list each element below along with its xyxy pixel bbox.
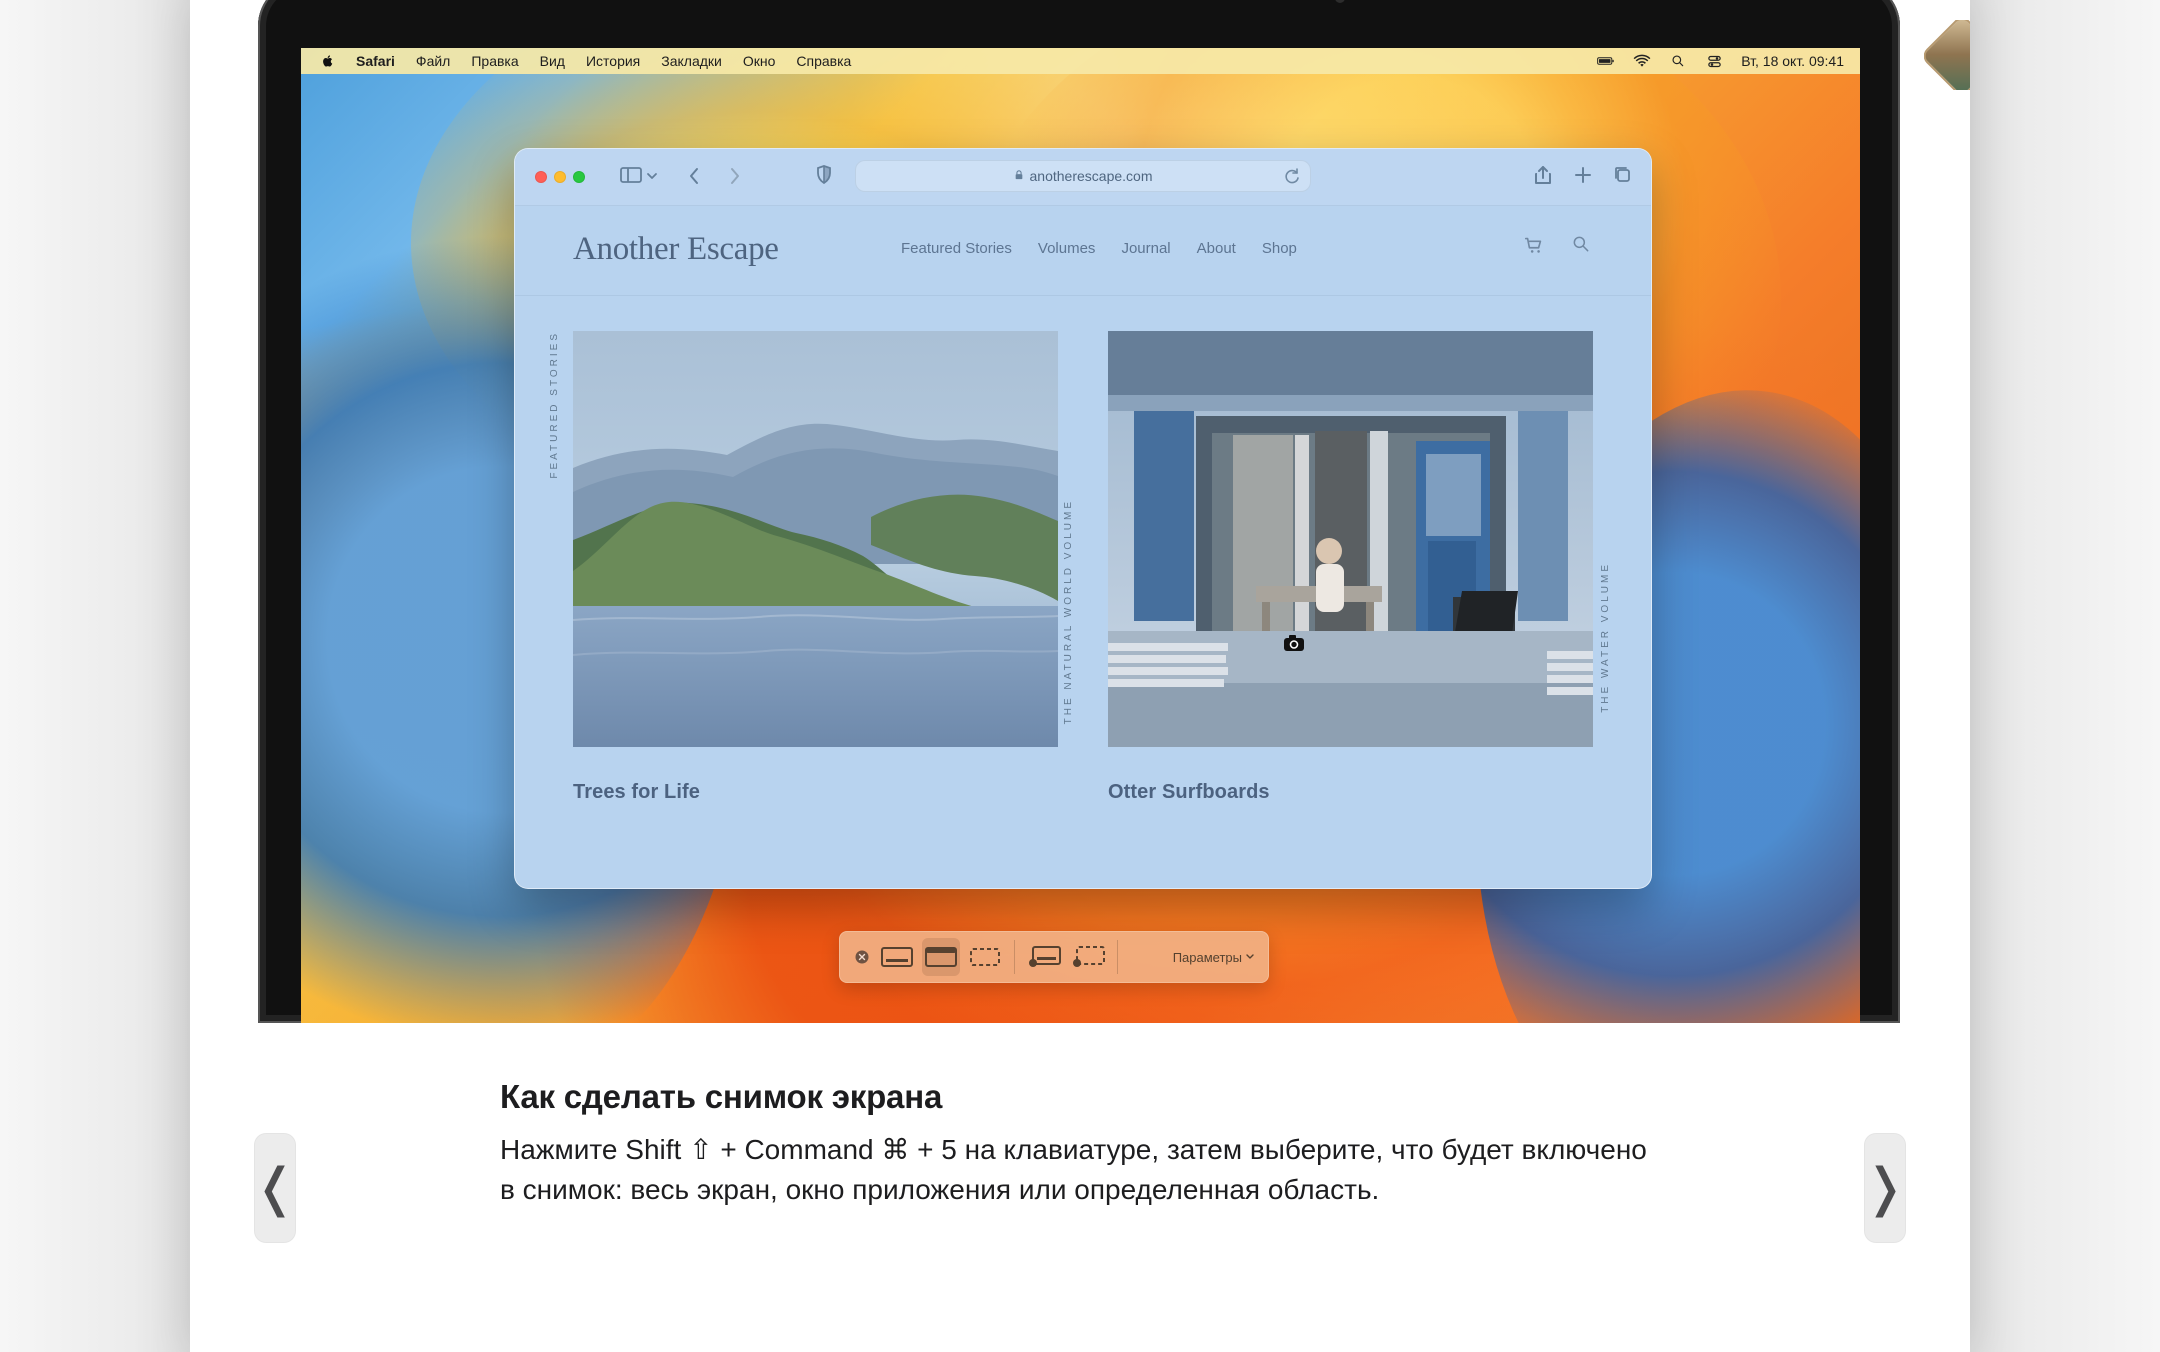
menu-status: Вт, 18 окт. 09:41 (1597, 53, 1844, 69)
chevron-down-icon (1245, 950, 1255, 965)
menu-file[interactable]: Файл (416, 53, 450, 69)
menu-edit[interactable]: Правка (471, 53, 518, 69)
otter-surfboards-image[interactable] (1108, 331, 1593, 747)
site-logo[interactable]: Another Escape (573, 231, 779, 268)
back-icon[interactable] (686, 164, 704, 188)
menu-datetime[interactable]: Вт, 18 окт. 09:41 (1741, 53, 1844, 69)
featured-stories-section: FEATURED STORIES THE NATURAL WORLD VOLUM… (515, 295, 1651, 888)
capture-entire-screen-button[interactable] (878, 938, 916, 976)
url-display: anotherescape.com (1014, 168, 1153, 184)
close-screenshot-button[interactable] (852, 938, 872, 976)
apple-icon[interactable] (321, 53, 335, 69)
record-entire-screen-button[interactable] (1025, 938, 1063, 976)
options-label: Параметры (1172, 949, 1242, 965)
options-menu[interactable]: Параметры (1173, 950, 1255, 965)
menu-history[interactable]: История (586, 53, 640, 69)
site-actions (1523, 234, 1591, 261)
corner-decoration (1924, 20, 1970, 90)
caption-area: Как сделать снимок экрана Нажмите Shift … (500, 1078, 1650, 1210)
menu-left: Safari Файл Правка Вид История Закладки … (321, 53, 1597, 69)
camera-icon (1335, 0, 1345, 3)
close-window-icon[interactable] (535, 171, 547, 183)
window-capture-icon (925, 947, 957, 967)
browser-toolbar: anotherescape.com (515, 149, 1651, 206)
menu-window[interactable]: Окно (743, 53, 776, 69)
search-icon[interactable] (1571, 234, 1591, 261)
screenshot-toolbar: Параметры (839, 931, 1269, 983)
chevron-left-icon: ❬ (253, 1159, 297, 1217)
page-background-right (1970, 0, 2160, 1352)
nav-about[interactable]: About (1197, 240, 1236, 257)
tabs-icon[interactable] (1612, 164, 1634, 186)
cart-icon[interactable] (1523, 234, 1545, 261)
nav-journal[interactable]: Journal (1121, 240, 1170, 257)
safari-window[interactable]: anotherescape.com Another Escape Feature… (514, 148, 1652, 889)
lock-icon (1014, 168, 1024, 184)
nav-volumes[interactable]: Volumes (1038, 240, 1096, 257)
battery-icon[interactable] (1597, 53, 1615, 69)
capture-window-button[interactable] (922, 938, 960, 976)
capture-selection-button[interactable] (966, 938, 1004, 976)
site-header: Another Escape Featured Stories Volumes … (515, 205, 1651, 296)
natural-world-label: THE NATURAL WORLD VOLUME (1063, 499, 1074, 725)
minimize-window-icon[interactable] (554, 171, 566, 183)
record-selection-button[interactable] (1069, 938, 1107, 976)
caption-title: Как сделать снимок экрана (500, 1078, 943, 1115)
site-navigation: Featured Stories Volumes Journal About S… (901, 240, 1297, 257)
next-slide-button[interactable]: ❭ (1863, 1133, 1907, 1243)
share-icon[interactable] (1532, 163, 1554, 187)
decorative-cube-icon (1924, 20, 1970, 90)
traffic-lights (535, 171, 585, 183)
chevron-right-icon: ❭ (1863, 1159, 1907, 1217)
story-title-trees-for-life[interactable]: Trees for Life (573, 781, 1058, 804)
story-card-otter-surfboards[interactable]: Otter Surfboards (1108, 331, 1593, 804)
menu-app-safari[interactable]: Safari (356, 53, 395, 69)
entire-screen-icon (881, 947, 913, 967)
record-screen-icon (1029, 946, 1061, 967)
menu-bookmarks[interactable]: Закладки (661, 53, 722, 69)
featured-stories-label: FEATURED STORIES (549, 331, 560, 479)
url-text: anotherescape.com (1029, 168, 1153, 184)
reload-icon[interactable] (1283, 167, 1301, 185)
zoom-window-icon[interactable] (573, 171, 585, 183)
sidebar-icon[interactable] (619, 165, 659, 187)
wifi-icon[interactable] (1633, 53, 1651, 69)
mac-screen: Safari Файл Правка Вид История Закладки … (301, 48, 1860, 1023)
trees-for-life-image[interactable] (573, 331, 1058, 747)
record-selection-icon (1073, 946, 1105, 967)
menu-view[interactable]: Вид (540, 53, 565, 69)
forward-icon[interactable] (725, 164, 743, 188)
water-volume-label: THE WATER VOLUME (1600, 562, 1611, 713)
menu-bar: Safari Файл Правка Вид История Закладки … (301, 48, 1860, 74)
new-tab-icon[interactable] (1572, 164, 1594, 186)
page-background-left (0, 0, 190, 1352)
story-title-otter-surfboards[interactable]: Otter Surfboards (1108, 781, 1593, 804)
menu-help[interactable]: Справка (796, 53, 851, 69)
previous-slide-button[interactable]: ❬ (253, 1133, 297, 1243)
address-bar[interactable]: anotherescape.com (855, 160, 1311, 192)
story-card-trees-for-life[interactable]: Trees for Life (573, 331, 1058, 804)
toolbar-divider (1117, 940, 1118, 974)
control-center-icon[interactable] (1705, 53, 1723, 69)
nav-shop[interactable]: Shop (1262, 240, 1297, 257)
selection-capture-icon (970, 948, 1000, 966)
nav-featured-stories[interactable]: Featured Stories (901, 240, 1012, 257)
toolbar-divider (1014, 940, 1015, 974)
close-icon (855, 950, 869, 964)
shield-icon[interactable] (815, 163, 833, 187)
caption-body: Нажмите Shift ⇧ + Command ⌘ + 5 на клави… (500, 1134, 1647, 1205)
screenshot-camera-icon (1283, 634, 1305, 652)
search-icon[interactable] (1669, 53, 1687, 69)
